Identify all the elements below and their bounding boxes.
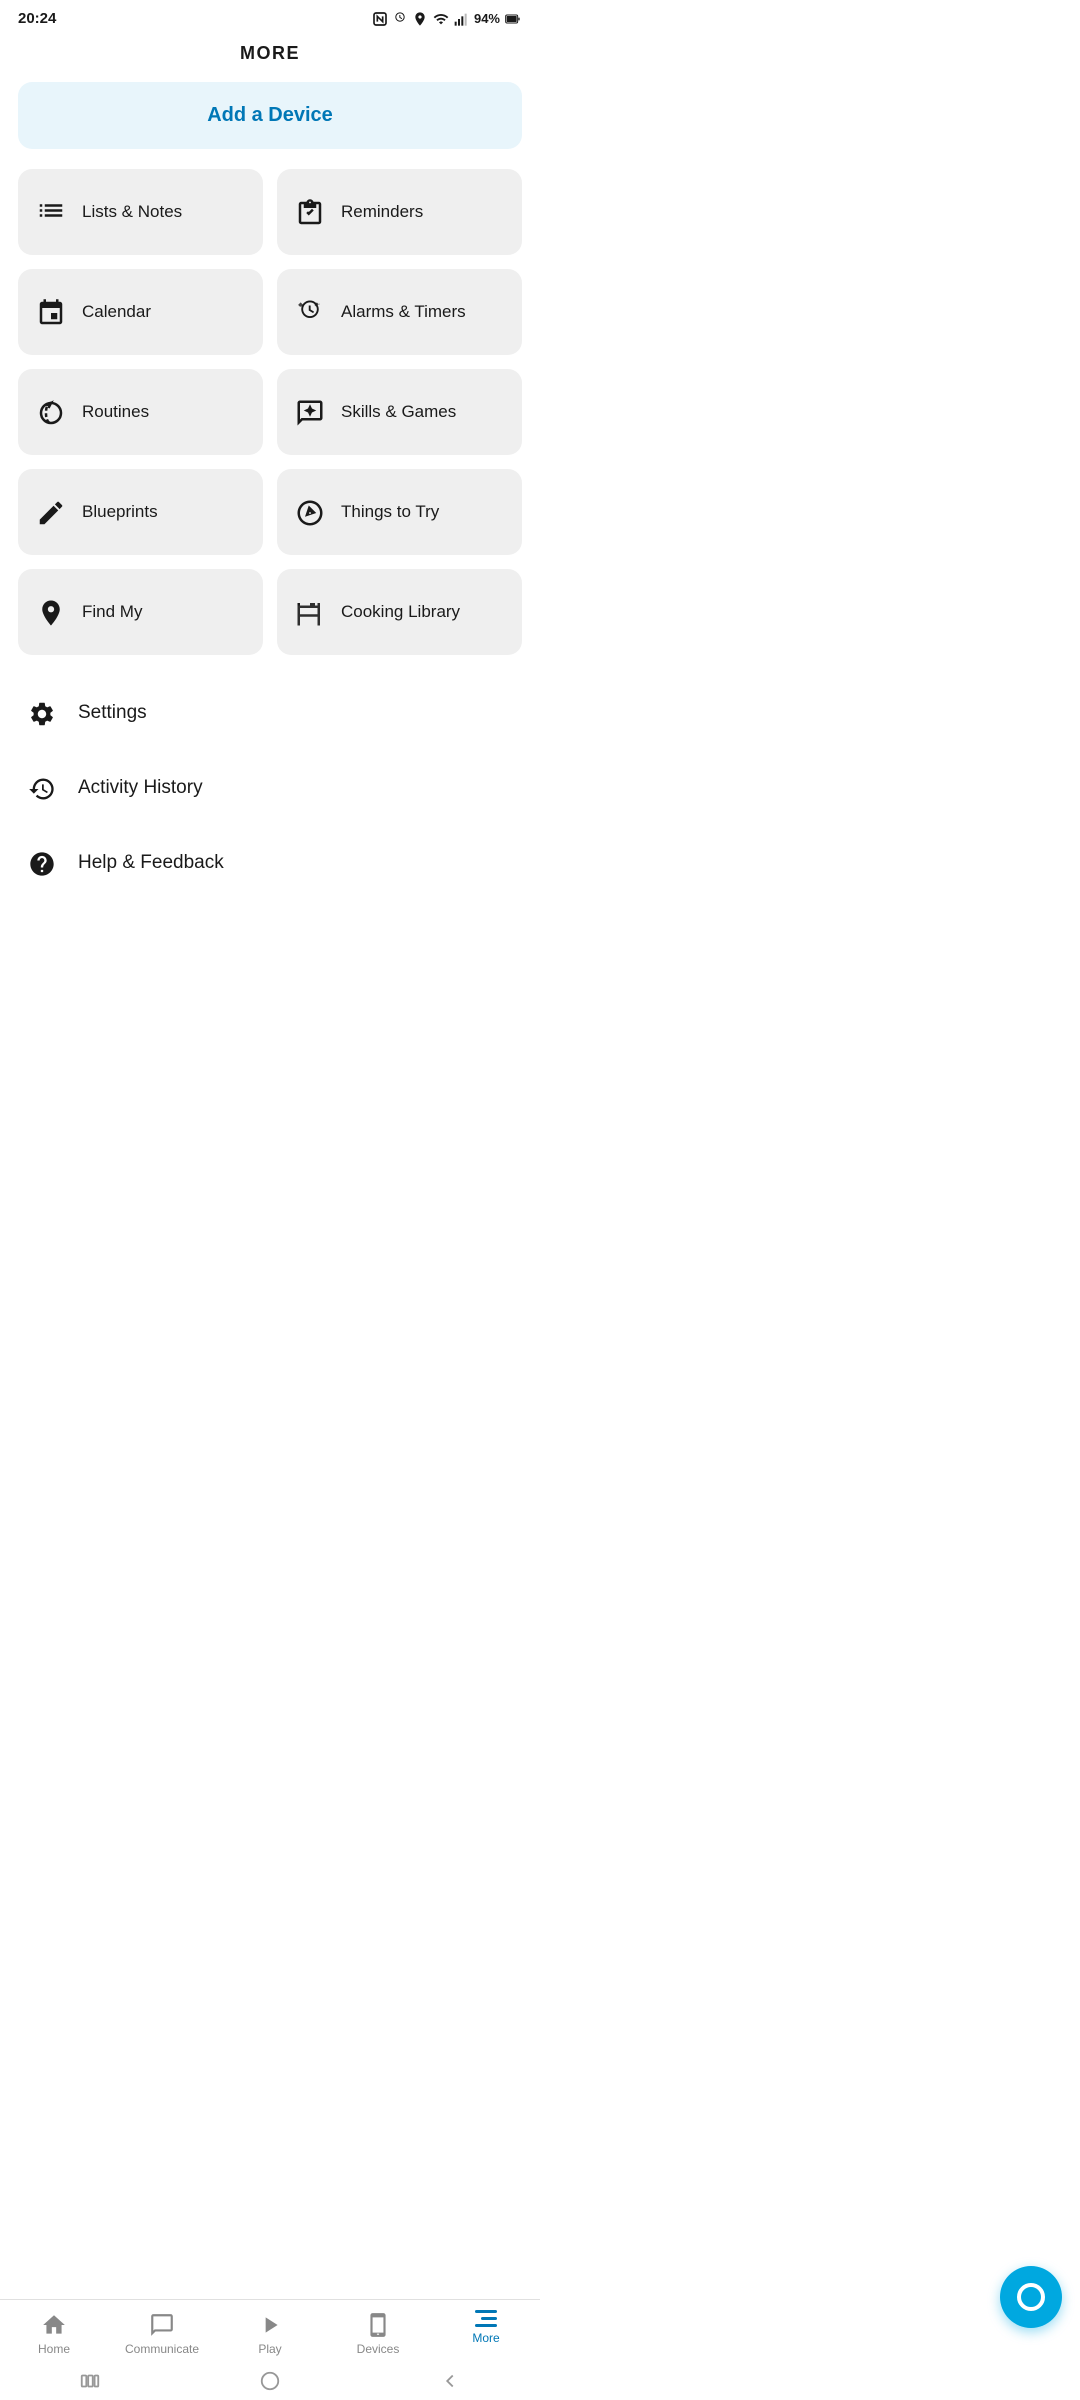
status-time: 20:24: [18, 10, 56, 27]
nav-item-devices[interactable]: Devices: [324, 2310, 432, 2356]
things-to-try-label: Things to Try: [341, 501, 439, 522]
play-nav-label: Play: [258, 2342, 281, 2356]
cooking-icon: [293, 596, 327, 629]
bottom-tab-bar: Home Communicate Play Devices: [0, 2299, 540, 2364]
list-item-activity-history[interactable]: Activity History: [18, 750, 522, 825]
grid-item-find-my[interactable]: Find My: [18, 569, 263, 655]
compass-icon: [293, 496, 327, 529]
grid-item-reminders[interactable]: Reminders: [277, 169, 522, 255]
battery-text: 94%: [474, 11, 500, 26]
sys-nav-home[interactable]: [259, 2370, 281, 2392]
play-nav-icon: [257, 2310, 283, 2338]
more-nav-icon: [475, 2310, 497, 2327]
page-title: MORE: [0, 33, 540, 82]
status-bar: 20:24 94%: [0, 0, 540, 33]
more-nav-label: More: [472, 2331, 499, 2345]
grid-item-alarms-timers[interactable]: Alarms & Timers: [277, 269, 522, 355]
wifi-icon: [432, 11, 450, 27]
list-item-settings[interactable]: Settings: [18, 675, 522, 750]
routine-icon: [34, 396, 68, 429]
reminders-label: Reminders: [341, 201, 423, 222]
communicate-nav-label: Communicate: [125, 2342, 199, 2356]
devices-nav-label: Devices: [357, 2342, 400, 2356]
gear-icon: [24, 697, 60, 728]
system-nav-bar: [0, 2364, 540, 2400]
alarms-timers-label: Alarms & Timers: [341, 301, 466, 322]
nav-item-communicate[interactable]: Communicate: [108, 2310, 216, 2356]
blueprints-label: Blueprints: [82, 501, 158, 522]
calendar-icon: [34, 296, 68, 329]
main-content: Add a Device Lists & Notes Reminders Cal…: [0, 82, 540, 1000]
location-status-icon: [412, 11, 428, 27]
battery-icon: [504, 11, 522, 27]
sys-nav-back[interactable]: [439, 2370, 461, 2392]
grid-item-blueprints[interactable]: Blueprints: [18, 469, 263, 555]
bottom-nav-wrap: Home Communicate Play Devices: [0, 2299, 540, 2400]
list-icon: [34, 196, 68, 229]
grid-item-calendar[interactable]: Calendar: [18, 269, 263, 355]
find-my-label: Find My: [82, 601, 142, 622]
pin-icon: [34, 596, 68, 629]
nav-item-home[interactable]: Home: [0, 2310, 108, 2356]
home-nav-label: Home: [38, 2342, 70, 2356]
nav-item-play[interactable]: Play: [216, 2310, 324, 2356]
routines-label: Routines: [82, 401, 149, 422]
skills-icon: [293, 396, 327, 429]
calendar-label: Calendar: [82, 301, 151, 322]
add-device-button[interactable]: Add a Device: [18, 82, 522, 149]
nfc-icon: [372, 11, 388, 27]
alarm-status-icon: [392, 11, 408, 27]
grid-item-cooking-library[interactable]: Cooking Library: [277, 569, 522, 655]
activity-history-label: Activity History: [78, 777, 203, 799]
grid-item-routines[interactable]: Routines: [18, 369, 263, 455]
communicate-nav-icon: [149, 2310, 175, 2338]
signal-icon: [454, 11, 470, 27]
grid-item-things-to-try[interactable]: Things to Try: [277, 469, 522, 555]
skills-games-label: Skills & Games: [341, 401, 456, 422]
grid-item-lists-notes[interactable]: Lists & Notes: [18, 169, 263, 255]
feature-grid: Lists & Notes Reminders Calendar Alarms …: [18, 169, 522, 655]
list-item-help-feedback[interactable]: Help & Feedback: [18, 825, 522, 900]
status-icons: 94%: [372, 11, 522, 27]
clipboard-icon: [293, 196, 327, 229]
history-icon: [24, 772, 60, 803]
alarm-icon: [293, 296, 327, 329]
grid-item-skills-games[interactable]: Skills & Games: [277, 369, 522, 455]
list-section: Settings Activity History Help & Feedbac…: [18, 675, 522, 900]
pencil-icon: [34, 496, 68, 529]
cooking-library-label: Cooking Library: [341, 601, 460, 622]
sys-nav-recent[interactable]: [79, 2370, 101, 2392]
help-icon: [24, 847, 60, 878]
settings-label: Settings: [78, 702, 147, 724]
home-nav-icon: [41, 2310, 67, 2338]
nav-item-more[interactable]: More: [432, 2310, 540, 2345]
lists-notes-label: Lists & Notes: [82, 201, 182, 222]
devices-nav-icon: [365, 2310, 391, 2338]
help-feedback-label: Help & Feedback: [78, 852, 224, 874]
alexa-fab-inner: [1017, 2283, 1045, 2311]
alexa-fab-button[interactable]: [1000, 2266, 1062, 2328]
